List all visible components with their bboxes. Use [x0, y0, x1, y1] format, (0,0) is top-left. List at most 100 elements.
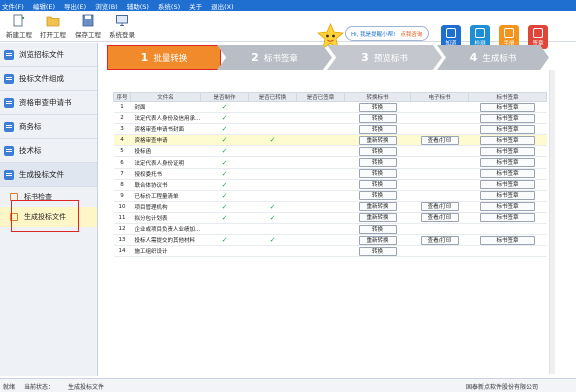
check-icon: ✓	[221, 114, 228, 123]
row-converted-status	[248, 123, 297, 136]
menu-file[interactable]: 文件(F)	[2, 1, 24, 11]
step-generate-bid[interactable]: 4 生成标书	[437, 45, 549, 70]
convert-button[interactable]: 转换	[358, 180, 397, 190]
row-convert-cell: 转换	[344, 245, 411, 258]
sign-button[interactable]: 标书签章	[480, 124, 535, 134]
menu-export[interactable]: 导出(E)	[64, 1, 86, 11]
table-row[interactable]: 7 授权委托书 ✓ 转换 标书签章	[113, 168, 547, 180]
step-batch-convert[interactable]: 1 批量转换	[107, 45, 221, 70]
step-preview-bid[interactable]: 3 预览标书	[327, 45, 442, 70]
convert-button[interactable]: 转换	[358, 191, 397, 201]
convert-button[interactable]: 转换	[358, 246, 397, 256]
sign-button[interactable]: 标书签章	[480, 191, 535, 201]
row-signed-status	[296, 134, 345, 147]
step-label: 标书签章	[263, 53, 298, 64]
table-row[interactable]: 11 拟分包计划表 ✓ ✓ 重新转换 查看/打印 标书签章	[113, 212, 547, 225]
system-login-button[interactable]: 系统登录	[105, 13, 139, 40]
step-bid-signature[interactable]: 2 标书签章	[217, 45, 332, 70]
menu-about[interactable]: 关于	[189, 1, 202, 11]
sign-button[interactable]: 标书签章	[480, 158, 535, 168]
table-row[interactable]: 3 资格审查申请书封面 ✓ 转换 标书签章	[113, 123, 547, 136]
check-icon: ✓	[221, 202, 228, 211]
nav-item-bid-composition[interactable]: 投标文件组成	[0, 67, 97, 91]
nav-item-technical[interactable]: 技术标	[0, 139, 97, 163]
open-project-label: 打开工程	[40, 31, 66, 39]
convert-button[interactable]: 转换	[358, 158, 397, 168]
convert-button[interactable]: 重新转换	[358, 135, 397, 145]
sign-button[interactable]: 标书签章	[480, 235, 535, 245]
nav-item-browse-tender[interactable]: 浏览招标文件	[0, 43, 97, 67]
view-print-button[interactable]: 查看/打印	[420, 202, 459, 212]
view-print-button[interactable]: 查看/打印	[420, 235, 459, 245]
table-row[interactable]: 2 法定代表人身份及信用承... ✓ 转换 标书签章	[113, 112, 547, 125]
sign-button[interactable]: 标书签章	[480, 169, 535, 179]
row-converted-status	[248, 245, 297, 258]
row-number: 1	[113, 101, 131, 114]
sign-button[interactable]: 标书签章	[480, 202, 535, 212]
new-project-button[interactable]: 新建工程	[2, 13, 36, 40]
table-row[interactable]: 10 项目管理机构 ✓ ✓ 重新转换 查看/打印 标书签章	[113, 201, 547, 213]
row-converted-status	[248, 179, 297, 191]
menu-edit[interactable]: 编辑(E)	[33, 1, 55, 11]
new-project-icon	[13, 14, 24, 27]
table-row[interactable]: 6 法定代表人身份证明 ✓ 转换 标书签章	[113, 156, 547, 169]
document-icon	[4, 121, 14, 132]
save-project-button[interactable]: 保存工程	[71, 13, 105, 40]
convert-button[interactable]: 重新转换	[358, 235, 397, 245]
row-signed-status	[296, 145, 345, 158]
row-convert-cell: 转换	[344, 168, 411, 180]
sign-button[interactable]: 标书签章	[480, 102, 535, 112]
row-filename: 施工组织设计	[130, 245, 201, 258]
assistant-link[interactable]: 点我咨询	[400, 30, 422, 38]
nav-item-generate-bid[interactable]: 生成投标文件	[0, 163, 97, 187]
sign-button[interactable]: 标书签章	[480, 213, 535, 223]
row-number: 14	[113, 245, 131, 258]
assistant-greeting: Hi, 我是提醒小帮!	[351, 31, 396, 38]
table-header-row: 序号 文件名 是否制作 是否已转换 是否已签章 转换标书 电子标书 标书签章	[113, 92, 547, 102]
convert-button[interactable]: 转换	[358, 169, 397, 179]
row-number: 3	[113, 123, 131, 136]
row-signed-status	[296, 234, 345, 247]
table-row[interactable]: 9 已标价工程量清单 ✓ 转换 标书签章	[113, 190, 547, 202]
sign-button[interactable]: 标书签章	[480, 146, 535, 156]
menu-browse[interactable]: 浏览(B)	[95, 1, 118, 11]
table-row[interactable]: 14 施工组织设计 转换	[113, 245, 547, 258]
nav-item-commercial[interactable]: 商务标	[0, 115, 97, 139]
sign-button[interactable]: 标书签章	[480, 180, 535, 190]
table-row[interactable]: 5 投标函 ✓ 转换 标书签章	[113, 145, 547, 158]
row-convert-cell: 重新转换	[344, 212, 411, 225]
col-header-converted: 是否已转换	[248, 92, 297, 102]
table-row[interactable]: 8 联合体协议书 ✓ 转换 标书签章	[113, 179, 547, 191]
table-row[interactable]: 1 封面 ✓ 转换 标书签章	[113, 101, 547, 114]
toolbar: 新建工程 打开工程 保存工程 系统登录 Hi, 我是提醒小帮! 点我咨询 知道	[0, 11, 576, 49]
row-sign-cell: 标书签章	[468, 179, 547, 191]
menu-system[interactable]: 系统(S)	[158, 1, 180, 11]
convert-button[interactable]: 转换	[358, 224, 397, 234]
sign-button[interactable]: 标书签章	[480, 135, 535, 145]
convert-button[interactable]: 重新转换	[358, 213, 397, 223]
convert-button[interactable]: 转换	[358, 113, 397, 123]
convert-button[interactable]: 重新转换	[358, 202, 397, 212]
row-filename: 企业或项目负责人业绩加...	[130, 223, 201, 236]
nav-item-qualification[interactable]: 资格审查申请书	[0, 91, 97, 115]
row-sign-cell: 标书签章	[468, 212, 547, 225]
view-print-button[interactable]: 查看/打印	[420, 213, 459, 223]
table-row[interactable]: 4 资格审查申请 ✓ ✓ 重新转换 查看/打印 标书签章	[113, 134, 547, 147]
row-convert-cell: 转换	[344, 223, 411, 236]
row-convert-cell: 转换	[344, 156, 411, 169]
convert-button[interactable]: 转换	[358, 124, 397, 134]
row-number: 4	[113, 134, 131, 147]
row-ebid-cell	[410, 190, 469, 202]
convert-button[interactable]: 转换	[358, 146, 397, 156]
convert-button[interactable]: 转换	[358, 102, 397, 112]
menu-exit[interactable]: 退出(X)	[211, 1, 234, 11]
view-print-button[interactable]: 查看/打印	[420, 135, 459, 145]
table-row[interactable]: 13 投标人需提交的其他材料 ✓ ✓ 重新转换 查看/打印 标书签章	[113, 234, 547, 247]
table-row[interactable]: 12 企业或项目负责人业绩加... 转换	[113, 223, 547, 236]
open-project-button[interactable]: 打开工程	[36, 13, 70, 40]
sign-button[interactable]: 标书签章	[480, 113, 535, 123]
menu-assist[interactable]: 辅助(S)	[127, 1, 149, 11]
assistant-bubble[interactable]: Hi, 我是提醒小帮! 点我咨询	[345, 26, 429, 41]
row-number: 7	[113, 168, 131, 180]
vertical-scrollbar[interactable]	[549, 70, 555, 374]
